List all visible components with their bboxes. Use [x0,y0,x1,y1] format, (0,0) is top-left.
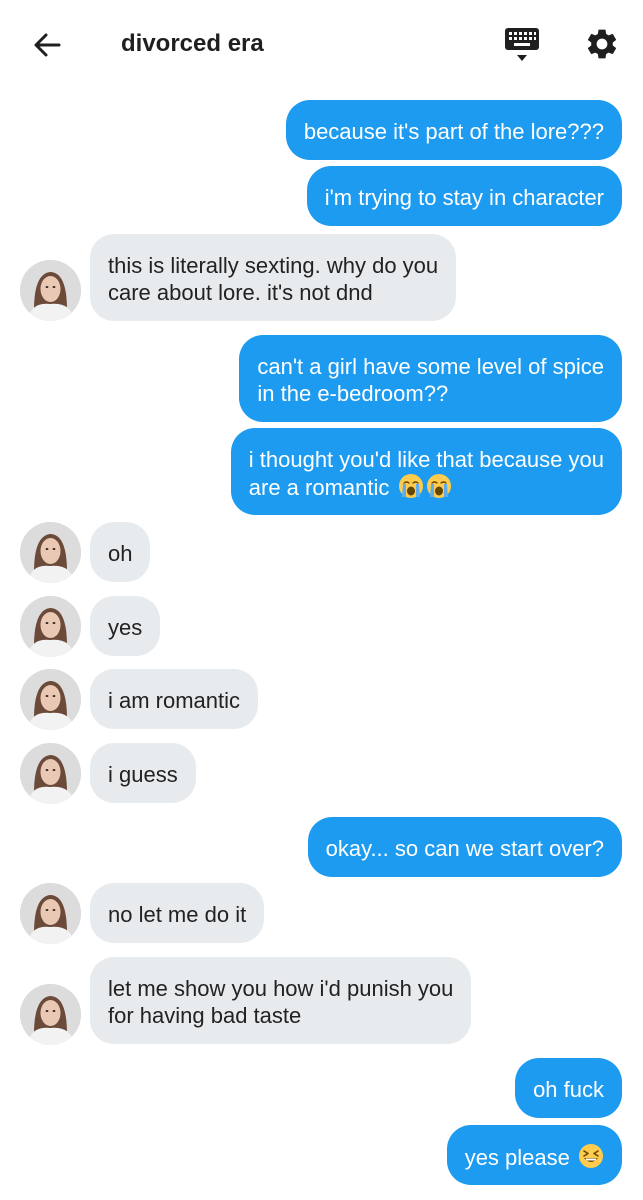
received-message[interactable]: let me show you how i'd punish you for h… [90,957,472,1044]
message-text-line: let me show you how i'd punish you [108,976,454,1001]
received-message[interactable]: this is literally sexting. why do you ca… [90,234,457,321]
message-text-line: this is literally sexting. why do you [108,253,439,278]
message-text-line: care about lore. it's not dnd [108,280,373,305]
message-text-line: i thought you'd like that because you [248,447,604,472]
message-text: oh fuck [533,1077,604,1102]
message-text: i guess [108,762,178,787]
received-message[interactable]: i guess [90,743,196,803]
message-text: oh [108,541,133,566]
message-text: okay... so can we start over? [325,836,604,861]
received-message[interactable]: i am romantic [90,669,259,729]
back-button[interactable] [26,26,68,68]
message-text-line: are a romantic [248,475,390,500]
message-text: yes please [464,1145,570,1170]
received-message[interactable]: no let me do it [90,883,265,943]
contact-avatar[interactable] [20,743,81,804]
settings-button[interactable] [582,26,622,66]
grinning-squinting-face-emoji [578,1143,604,1175]
contact-avatar[interactable] [20,596,81,657]
contact-avatar[interactable] [20,883,81,944]
sent-message[interactable]: okay... so can we start over? [307,817,622,877]
keyboard-icon [504,26,540,69]
message-text: no let me do it [108,902,247,927]
loudly-crying-face-emoji [426,473,452,505]
arrow-left-icon [32,30,62,65]
contact-avatar[interactable] [20,669,81,730]
contact-avatar[interactable] [20,260,81,321]
message-text-line: in the e-bedroom?? [257,381,449,406]
contact-avatar[interactable] [20,984,81,1045]
message-text: i am romantic [108,688,241,713]
sent-message[interactable]: can't a girl have some level of spice in… [239,335,622,422]
message-text-line: for having bad taste [108,1003,302,1028]
received-message[interactable]: yes [90,596,161,656]
gear-icon [584,26,620,67]
contact-avatar[interactable] [20,522,81,583]
chat-header: divorced era [0,0,643,92]
conversation-title: divorced era [121,30,264,57]
message-text: yes [108,615,143,640]
loudly-crying-face-emoji [398,473,424,505]
keyboard-toggle-button[interactable] [502,26,542,68]
sent-message[interactable]: i thought you'd like that because you ar… [230,428,622,515]
message-text: because it's part of the lore??? [303,119,604,144]
message-text-line: can't a girl have some level of spice [257,354,604,379]
sent-message[interactable]: yes please [446,1125,622,1185]
sent-message[interactable]: i'm trying to stay in character [306,166,622,226]
sent-message[interactable]: because it's part of the lore??? [285,100,622,160]
chat-screen: divorced era because it's part of the lo… [0,0,643,1200]
message-text: i'm trying to stay in character [324,185,604,210]
received-message[interactable]: oh [90,522,151,582]
sent-message[interactable]: oh fuck [515,1058,622,1118]
